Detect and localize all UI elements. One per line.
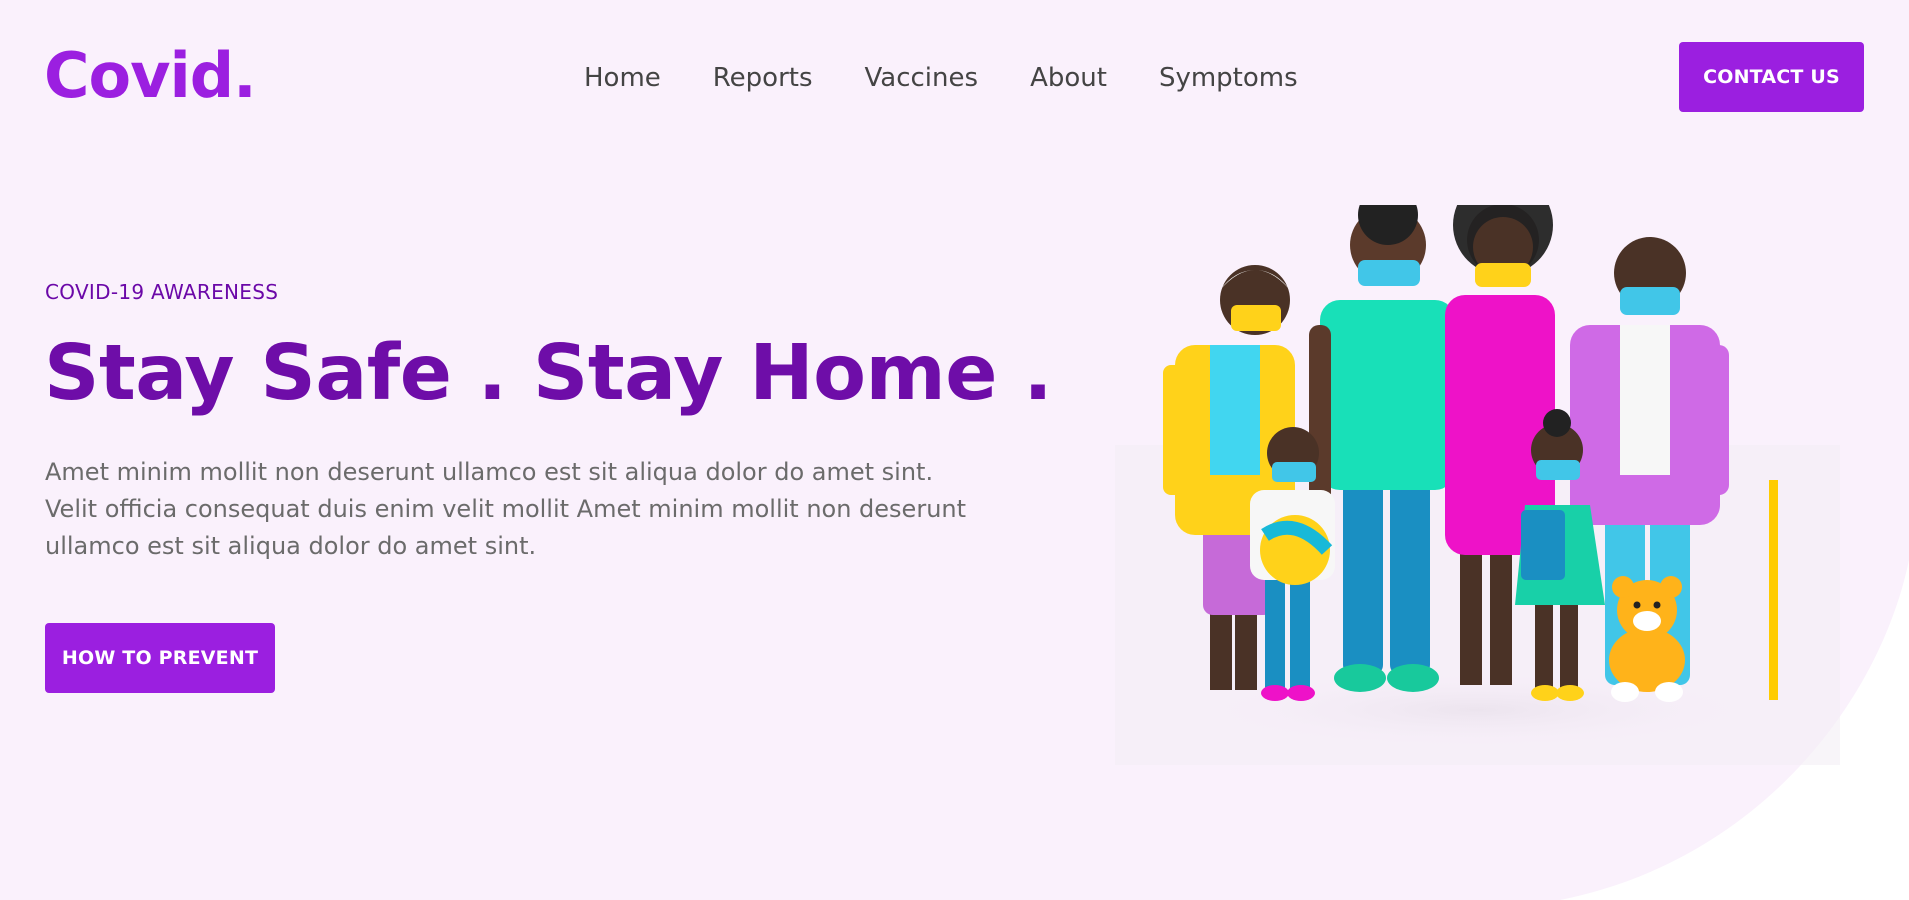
brand-logo[interactable]: Covid. [44, 36, 257, 116]
nav-item-vaccines: Vaccines [865, 56, 979, 100]
nav-item-reports: Reports [713, 56, 813, 100]
landing-page: Covid. Home Reports Vaccines About Sympt… [0, 0, 1909, 900]
nav-link-vaccines[interactable]: Vaccines [865, 56, 979, 100]
nav-item-symptoms: Symptoms [1159, 56, 1298, 100]
teddy-bear-figure [1609, 576, 1685, 702]
how-to-prevent-button[interactable]: HOW TO PREVENT [45, 623, 275, 693]
family-wearing-masks-illustration [1115, 205, 1840, 765]
hero-eyebrow: COVID-19 AWARENESS [45, 280, 279, 304]
nav-link-about[interactable]: About [1030, 56, 1107, 100]
nav-link-symptoms[interactable]: Symptoms [1159, 56, 1298, 100]
contact-us-button[interactable]: CONTACT US [1679, 42, 1864, 112]
nav-item-home: Home [584, 56, 661, 100]
hero-headline: Stay Safe . Stay Home . [44, 329, 1053, 418]
nav-link-reports[interactable]: Reports [713, 56, 813, 100]
nav-item-about: About [1030, 56, 1107, 100]
nav-link-home[interactable]: Home [584, 56, 661, 100]
hero-description: Amet minim mollit non deserunt ullamco e… [45, 458, 967, 560]
main-nav: Home Reports Vaccines About Symptoms [584, 56, 1298, 100]
